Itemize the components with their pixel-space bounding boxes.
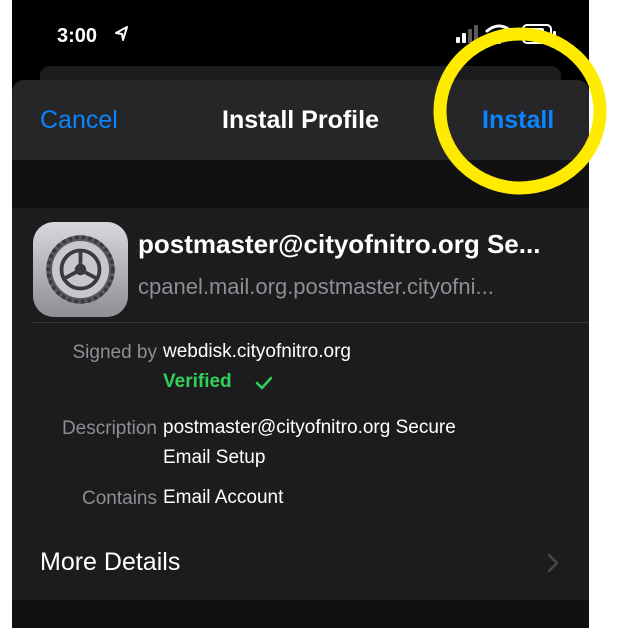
- checkmark-icon: [255, 376, 273, 390]
- contains-value: Email Account: [163, 487, 284, 508]
- description-line-1: postmaster@cityofnitro.org Secure: [163, 417, 456, 438]
- settings-gear-icon: [33, 222, 128, 317]
- description-label: Description: [61, 418, 157, 439]
- chevron-right-icon: [547, 553, 559, 573]
- more-details-row[interactable]: More Details: [40, 548, 180, 577]
- profile-identifier: cpanel.mail.org.postmaster.cityofni...: [138, 274, 494, 299]
- status-time: 3:00: [57, 25, 98, 47]
- profile-name: postmaster@cityofnitro.org Se...: [138, 229, 541, 259]
- contains-label: Contains: [82, 488, 157, 509]
- separator: [33, 322, 589, 323]
- highlight-circle: [433, 27, 607, 195]
- signed-by-label: Signed by: [72, 342, 157, 363]
- verified-status: Verified: [163, 371, 232, 392]
- signed-by-value: webdisk.cityofnitro.org: [163, 341, 351, 362]
- location-arrow-icon: [115, 26, 128, 41]
- description-line-2: Email Setup: [163, 447, 266, 468]
- bottom-gap: [12, 600, 589, 628]
